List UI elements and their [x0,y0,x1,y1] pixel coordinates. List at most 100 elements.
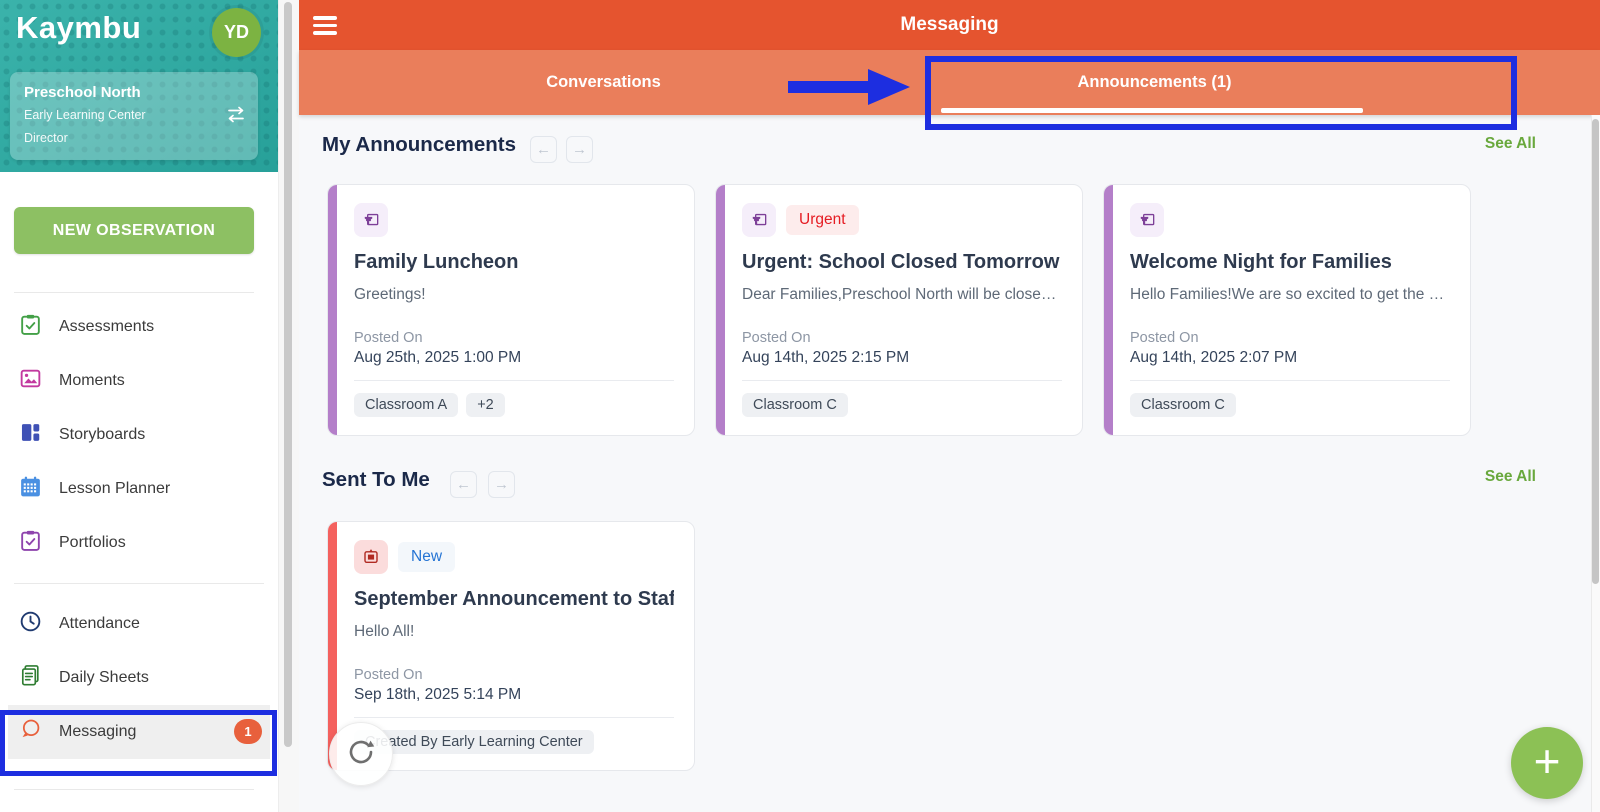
organization-name: Early Learning Center [24,108,222,122]
classroom-tag: Classroom C [742,393,848,417]
user-role: Director [24,131,222,145]
card-accent-bar [328,185,337,435]
sidebar-item-daily-sheets[interactable]: Daily Sheets [0,651,278,705]
sidebar-item-label: Storyboards [59,426,145,444]
announcement-snippet: Hello All! [354,623,674,641]
sidebar-divider [14,583,264,584]
main-panel: Messaging Conversations Announcements (1… [299,0,1600,812]
app-window: Kaymbu YD Preschool North Early Learning… [0,0,1600,812]
sidebar-item-label: Assessments [59,318,154,336]
sidebar-divider [14,292,254,293]
announcement-snippet: Hello Families!We are so excited to get … [1130,286,1450,304]
announcement-title: Family Luncheon [354,251,674,274]
pinned-announcement-icon [1130,203,1164,237]
card-divider [742,380,1062,381]
new-observation-button[interactable]: NEW OBSERVATION [14,207,254,254]
sidebar-item-moments[interactable]: Moments [0,354,278,408]
announcement-card[interactable]: Welcome Night for Families Hello Familie… [1103,184,1471,436]
school-profile-card[interactable]: Preschool North Early Learning Center Di… [10,72,258,160]
add-announcement-fab[interactable]: + [1511,727,1583,799]
sidebar-item-portfolios[interactable]: Portfolios [0,516,278,570]
posted-on-date: Aug 14th, 2025 2:07 PM [1130,349,1450,367]
hamburger-menu-icon[interactable] [313,16,337,39]
sidebar: Kaymbu YD Preschool North Early Learning… [0,0,278,812]
announcement-card[interactable]: Urgent Urgent: School Closed Tomorrow De… [715,184,1083,436]
posted-on-date: Aug 25th, 2025 1:00 PM [354,349,674,367]
refresh-button[interactable] [329,722,393,786]
next-arrow-button[interactable]: → [488,471,515,498]
lesson-planner-calendar-icon [18,474,43,504]
sidebar-item-label: Lesson Planner [59,480,170,498]
card-accent-bar [1104,185,1113,435]
sidebar-divider [14,789,254,790]
annotation-arrow-head [868,69,910,105]
posted-on-label: Posted On [354,330,674,346]
new-badge: New [398,542,455,572]
urgent-badge: Urgent [786,205,859,235]
sidebar-item-label: Messaging [59,723,136,741]
school-name: Preschool North [24,84,222,101]
posted-on-label: Posted On [354,667,674,683]
section-title-sent-to-me: Sent To Me [322,468,430,492]
annotation-arrow [788,81,868,93]
sidebar-item-attendance[interactable]: Attendance [0,597,278,651]
sidebar-scrollbar-thumb[interactable] [284,2,292,747]
refresh-icon [346,737,376,772]
announcement-title: September Announcement to Staff [354,588,674,611]
tab-bar: Conversations Announcements (1) [299,50,1600,115]
classroom-tag: Classroom C [1130,393,1236,417]
announcement-snippet: Greetings! [354,286,674,304]
active-tab-indicator [941,108,1363,113]
posted-on-label: Posted On [1130,330,1450,346]
sidebar-item-label: Moments [59,372,125,390]
attendance-clock-icon [18,609,43,639]
portfolios-icon [18,528,43,558]
sidebar-item-messaging[interactable]: Messaging 1 [8,705,270,759]
classroom-tag: Classroom A [354,393,458,417]
announcement-title: Welcome Night for Families [1130,251,1450,274]
main-scrollbar-thumb[interactable] [1592,119,1599,584]
section-title-my-announcements: My Announcements [322,133,516,157]
moments-photo-icon [18,366,43,396]
assessments-icon [18,312,43,342]
prev-arrow-button[interactable]: ← [450,471,477,498]
messaging-chat-icon [18,717,43,747]
card-divider [354,717,674,718]
sidebar-nav: Assessments Moments Storyboards Lesson P… [0,300,278,759]
see-all-link-sent-to-me[interactable]: See All [1485,468,1536,486]
daily-sheets-icon [18,663,43,693]
main-scrollbar[interactable] [1591,115,1600,812]
more-classrooms-tag: +2 [466,393,505,417]
see-all-link-my-announcements[interactable]: See All [1485,135,1536,153]
storyboards-layout-icon [18,420,43,450]
page-title: Messaging [299,14,1600,36]
pinned-announcement-icon [742,203,776,237]
sidebar-item-label: Portfolios [59,534,126,552]
pinned-announcement-icon [354,203,388,237]
next-arrow-button[interactable]: → [566,136,593,163]
sidebar-header: Kaymbu YD Preschool North Early Learning… [0,0,278,172]
prev-arrow-button[interactable]: ← [530,136,557,163]
sidebar-item-label: Daily Sheets [59,669,149,687]
avatar[interactable]: YD [212,8,261,57]
sidebar-item-assessments[interactable]: Assessments [0,300,278,354]
announcement-card[interactable]: Family Luncheon Greetings! Posted On Aug… [327,184,695,436]
sidebar-scrollbar[interactable] [278,0,299,812]
sidebar-item-storyboards[interactable]: Storyboards [0,408,278,462]
sidebar-item-label: Attendance [59,615,140,633]
app-bar: Messaging [299,0,1600,50]
announcement-board-icon [354,540,388,574]
switch-school-icon[interactable] [224,106,248,128]
card-accent-bar [716,185,725,435]
sidebar-item-lesson-planner[interactable]: Lesson Planner [0,462,278,516]
card-divider [1130,380,1450,381]
plus-icon: + [1534,734,1561,788]
posted-on-date: Aug 14th, 2025 2:15 PM [742,349,1062,367]
tab-announcements[interactable]: Announcements (1) [879,50,1430,115]
messaging-unread-badge: 1 [234,719,262,744]
announcement-title: Urgent: School Closed Tomorrow [742,251,1062,274]
announcement-snippet: Dear Families,Preschool North will be cl… [742,286,1062,304]
posted-on-label: Posted On [742,330,1062,346]
kaymbu-logo: Kaymbu [16,10,141,46]
card-divider [354,380,674,381]
